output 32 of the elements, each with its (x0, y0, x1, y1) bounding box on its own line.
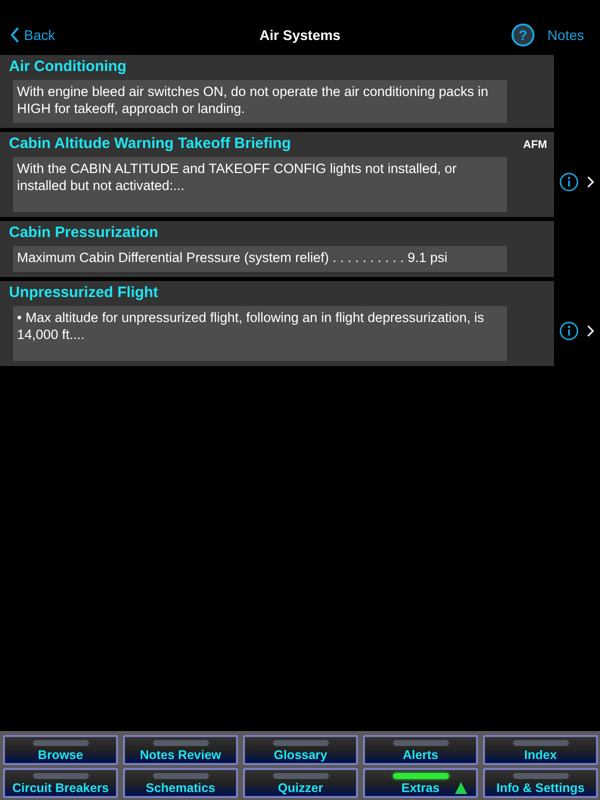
chevron-left-icon (10, 26, 20, 42)
item-summary: Maximum Cabin Differential Pressure (system relief) . . . . . . . . . . 9.1 psi (13, 246, 507, 272)
toolbar-button[interactable]: Alerts (363, 735, 478, 765)
toolbar-button[interactable]: Quizzer (243, 768, 358, 798)
toolbar-button[interactable]: Extras (363, 768, 478, 798)
source-label: AFM (523, 139, 547, 151)
item-summary: With engine bleed air switches ON, do not operate the air conditioning packs in HIGH for takeoff, approach or landing. (13, 80, 507, 123)
info-icon[interactable] (559, 172, 579, 192)
help-icon[interactable]: ? (511, 22, 536, 46)
item-title: Air Conditioning (9, 57, 126, 77)
item-summary: • Max altitude for unpressurized flight, following an in flight depressurization, is 14,000 ft.... (13, 306, 507, 361)
toolbar-button[interactable]: Glossary (243, 735, 358, 765)
screen-title: Air Systems (260, 27, 340, 43)
item-summary: With the CABIN ALTITUDE and TAKEOFF CONFIG lights not installed, or installed but not activated:... (13, 157, 507, 212)
info-icon[interactable] (559, 320, 579, 340)
toolbar-button[interactable]: Info & Settings (483, 768, 598, 798)
back-button[interactable]: Back (8, 26, 58, 42)
item-title: Cabin Pressurization (9, 223, 158, 243)
item-title: Cabin Altitude Warning Takeoff Briefing (9, 134, 291, 154)
chevron-right-icon[interactable] (587, 324, 594, 336)
toolbar-button[interactable]: Index (483, 735, 598, 765)
list-item[interactable]: Cabin Pressurization Maximum Cabin Differential Pressure (system relief) . . . . . . . . . . 9.1 psi (0, 221, 554, 277)
toolbar-button[interactable]: Schematics (123, 768, 238, 798)
notes-button[interactable]: Notes (543, 26, 592, 42)
toolbar-button[interactable]: Browse (3, 735, 118, 765)
item-title: Unpressurized Flight (9, 283, 158, 303)
list-item[interactable]: Air Conditioning With engine bleed air switches ON, do not operate the air conditioning packs in HIGH for takeoff, approach or landing. (0, 55, 554, 128)
toolbar-button[interactable]: Circuit Breakers (3, 768, 118, 798)
list-item[interactable]: Unpressurized Flight • Max altitude for unpressurized flight, following an in flight depressurization, is 14,000 ft.... (0, 281, 554, 366)
list-item[interactable]: Cabin Altitude Warning Takeoff Briefing AFM With the CABIN ALTITUDE and TAKEOFF CONFIG lights not installed, or installed but not activated:... (0, 132, 554, 217)
chevron-right-icon[interactable] (587, 176, 594, 188)
toolbar-button[interactable]: Notes Review (123, 735, 238, 765)
